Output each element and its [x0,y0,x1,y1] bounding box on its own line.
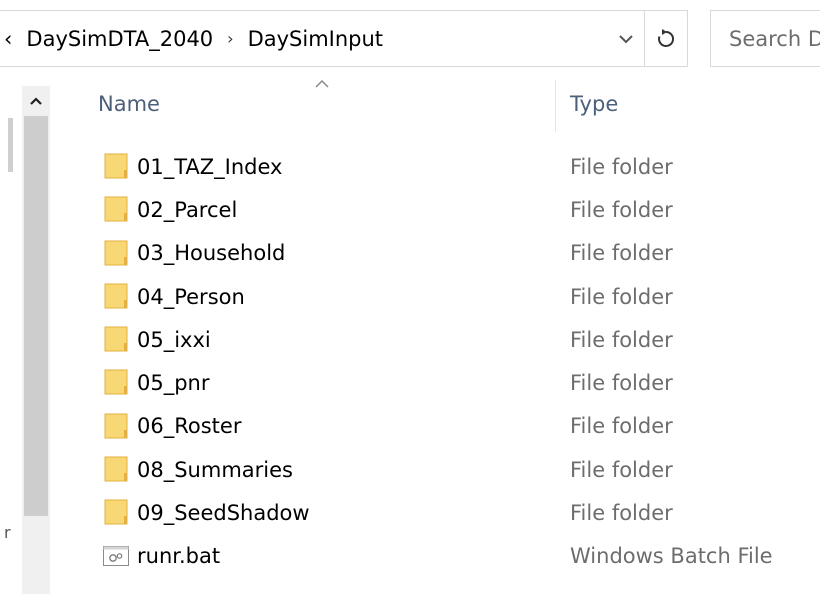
list-item[interactable]: 03_Household File folder [90,232,820,275]
column-header-name[interactable]: Name [98,92,160,116]
file-type: Windows Batch File [570,544,773,569]
refresh-button[interactable] [644,11,687,66]
file-type: File folder [570,154,673,179]
file-name: 01_TAZ_Index [137,154,283,179]
file-type: File folder [570,501,673,526]
scroll-up-button[interactable] [22,86,50,116]
file-name: 05_pnr [137,371,210,396]
list-item[interactable]: 01_TAZ_Index File folder [90,145,820,188]
file-name: runr.bat [137,544,221,569]
breadcrumb-separator[interactable]: › [227,29,233,48]
column-divider[interactable] [555,80,556,132]
file-name: 05_ixxi [137,327,211,352]
file-explorer-window: ‹ DaySimDTA_2040 › DaySimInput Search D … [0,0,820,594]
address-bar[interactable]: ‹ DaySimDTA_2040 › DaySimInput [0,10,688,67]
folder-icon [104,456,128,482]
folder-icon [104,153,128,179]
list-item[interactable]: 05_ixxi File folder [90,318,820,361]
search-input[interactable]: Search D [710,10,820,67]
folder-icon [104,499,128,525]
file-name: 04_Person [137,284,245,309]
list-item[interactable]: 04_Person File folder [90,275,820,318]
list-item[interactable]: runr.bat Windows Batch File [90,535,820,578]
chevron-up-icon [30,97,42,105]
list-item[interactable]: 02_Parcel File folder [90,188,820,231]
list-item[interactable]: 08_Summaries File folder [90,448,820,491]
refresh-icon [658,28,675,47]
breadcrumb-daysimdta-2040[interactable]: DaySimDTA_2040 [26,27,213,51]
file-type: File folder [570,197,673,222]
file-type: File folder [570,241,673,266]
navigation-pane-selection-edge [8,118,13,172]
file-name: 02_Parcel [137,197,238,222]
address-history-dropdown-button[interactable] [608,11,644,66]
folder-icon [104,196,128,222]
scrollbar-thumb[interactable] [24,116,48,516]
list-item[interactable]: 06_Roster File folder [90,405,820,448]
file-name: 03_Household [137,241,286,266]
file-list: 01_TAZ_Index File folder 02_Parcel File … [90,145,820,578]
file-type: File folder [570,414,673,439]
folder-icon [104,326,128,352]
batch-file-icon [103,545,129,566]
list-item[interactable]: 05_pnr File folder [90,361,820,404]
list-item[interactable]: 09_SeedShadow File folder [90,491,820,534]
file-type: File folder [570,457,673,482]
column-header-type[interactable]: Type [570,92,618,116]
folder-icon [104,283,128,309]
file-type: File folder [570,284,673,309]
sort-ascending-icon [311,77,333,91]
folder-icon [104,369,128,395]
file-name: 06_Roster [137,414,242,439]
navigation-pane: r [0,76,58,594]
file-name: 08_Summaries [137,457,293,482]
chevron-down-icon [619,34,633,43]
address-bar-overflow-chevron[interactable]: ‹ [4,27,12,51]
window-top-edge [0,0,820,10]
file-type: File folder [570,371,673,396]
folder-icon [104,240,128,266]
breadcrumb-daysiminput[interactable]: DaySimInput [248,27,383,51]
folder-icon [104,413,128,439]
file-name: 09_SeedShadow [137,501,310,526]
navigation-pane-truncated-text: r [4,523,11,542]
file-type: File folder [570,327,673,352]
